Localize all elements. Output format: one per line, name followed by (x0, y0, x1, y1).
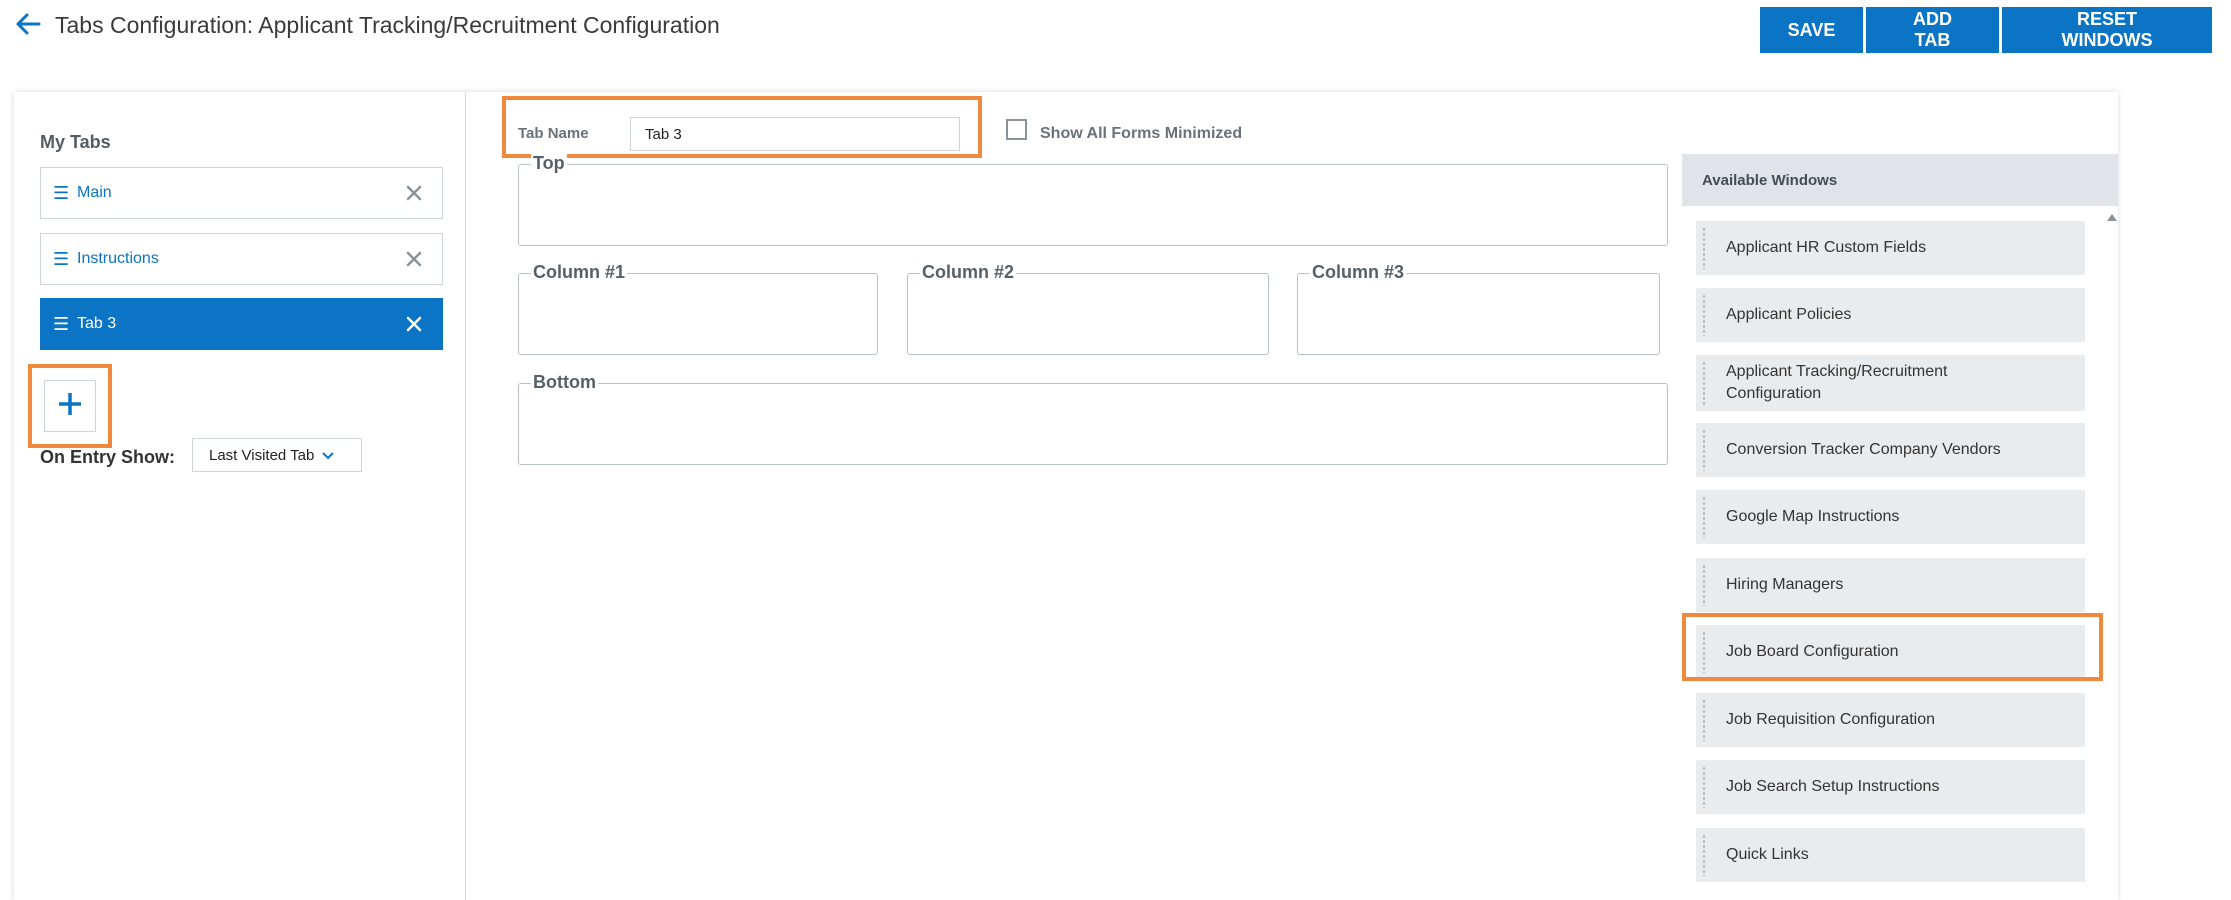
available-window-label: Applicant Tracking/Recruitment Configura… (1726, 363, 1948, 402)
available-window-item[interactable]: Applicant Policies (1696, 288, 2085, 342)
on-entry-show-value: Last Visited Tab (209, 446, 315, 464)
grip-icon (1702, 631, 1706, 673)
tab-item-label: Tab 3 (77, 315, 117, 332)
available-window-label: Quick Links (1726, 846, 1809, 863)
arrow-left-icon[interactable] (14, 10, 42, 38)
zone-column-3-label: Column #3 (1310, 262, 1407, 283)
zone-top-label: Top (531, 153, 567, 174)
available-window-item[interactable]: Google Map Instructions (1696, 490, 2085, 544)
add-tab-highlight (28, 364, 112, 448)
my-tabs-column: My Tabs ☰ Main ☰ Instructions ☰ Tab 3 On… (14, 92, 466, 900)
grip-icon (1702, 766, 1706, 808)
close-icon[interactable] (394, 173, 434, 213)
scroll-up-icon[interactable] (2107, 214, 2117, 221)
zone-column-2[interactable]: Column #2 (907, 262, 1269, 355)
available-window-label: Job Requisition Configuration (1726, 711, 1936, 728)
reset-windows-button[interactable]: RESET WINDOWS (2002, 7, 2212, 53)
show-minimized-checkbox[interactable] (1006, 119, 1027, 140)
close-icon[interactable] (394, 304, 434, 344)
zone-column-3[interactable]: Column #3 (1297, 262, 1660, 355)
tabs-config-panel: My Tabs ☰ Main ☰ Instructions ☰ Tab 3 On… (14, 92, 2118, 900)
drag-handle-icon[interactable]: ☰ (53, 314, 77, 335)
grip-icon (1702, 361, 1706, 405)
zone-top[interactable]: Top (518, 153, 1668, 246)
my-tabs-heading: My Tabs (40, 132, 111, 152)
save-button[interactable]: SAVE (1760, 7, 1863, 53)
available-window-label: Conversion Tracker Company Vendors (1726, 441, 2001, 458)
grip-icon (1702, 227, 1706, 269)
zone-column-1-label: Column #1 (531, 262, 628, 283)
zone-column-2-label: Column #2 (920, 262, 1017, 283)
tab-item-main[interactable]: ☰ Main (40, 167, 443, 219)
available-window-label: Hiring Managers (1726, 576, 1844, 593)
available-window-label: Google Map Instructions (1726, 508, 1900, 525)
tab-item-instructions[interactable]: ☰ Instructions (40, 233, 443, 285)
grip-icon (1702, 294, 1706, 336)
tab-item-tab-3[interactable]: ☰ Tab 3 (40, 298, 443, 350)
grip-icon (1702, 429, 1706, 471)
zone-bottom[interactable]: Bottom (518, 372, 1668, 465)
grip-icon (1702, 564, 1706, 606)
available-window-item[interactable]: Conversion Tracker Company Vendors (1696, 423, 2085, 477)
chevron-down-icon (322, 447, 335, 464)
on-entry-show-label: On Entry Show: (40, 447, 175, 467)
available-window-item[interactable]: Hiring Managers (1696, 558, 2085, 612)
toolbar: SAVE ADD TAB RESET WINDOWS (1760, 7, 2212, 53)
available-window-item[interactable]: Job Requisition Configuration (1696, 693, 2085, 747)
grip-icon (1702, 699, 1706, 741)
drag-handle-icon[interactable]: ☰ (53, 249, 77, 270)
close-icon[interactable] (394, 239, 434, 279)
available-window-label: Applicant HR Custom Fields (1726, 239, 1927, 256)
plus-icon (57, 391, 83, 422)
available-window-item[interactable]: Quick Links (1696, 828, 2085, 882)
drag-handle-icon[interactable]: ☰ (53, 183, 77, 204)
page-header: Tabs Configuration: Applicant Tracking/R… (0, 0, 2231, 60)
zone-bottom-label: Bottom (531, 372, 598, 393)
available-windows-header: Available Windows (1682, 154, 2118, 206)
show-minimized-label: Show All Forms Minimized (1040, 125, 1243, 142)
tab-item-label: Main (77, 184, 112, 201)
grip-icon (1702, 834, 1706, 876)
zone-column-1[interactable]: Column #1 (518, 262, 878, 355)
grip-icon (1702, 496, 1706, 538)
available-window-item[interactable]: Applicant HR Custom Fields (1696, 221, 2085, 275)
tab-name-label: Tab Name (518, 125, 589, 142)
available-window-item[interactable]: Job Search Setup Instructions (1696, 760, 2085, 814)
add-tab-plus-button[interactable] (44, 380, 96, 432)
available-window-label: Job Board Configuration (1726, 643, 1899, 660)
available-window-item[interactable]: Job Board Configuration (1696, 625, 2085, 679)
available-window-item[interactable]: Applicant Tracking/Recruitment Configura… (1696, 355, 2085, 411)
page-title: Tabs Configuration: Applicant Tracking/R… (55, 12, 720, 38)
add-tab-button[interactable]: ADD TAB (1866, 7, 1999, 53)
on-entry-show-select[interactable]: Last Visited Tab (192, 438, 362, 472)
available-window-label: Job Search Setup Instructions (1726, 778, 1940, 795)
tab-name-input[interactable] (630, 117, 960, 151)
tab-item-label: Instructions (77, 250, 159, 267)
available-window-label: Applicant Policies (1726, 306, 1852, 323)
